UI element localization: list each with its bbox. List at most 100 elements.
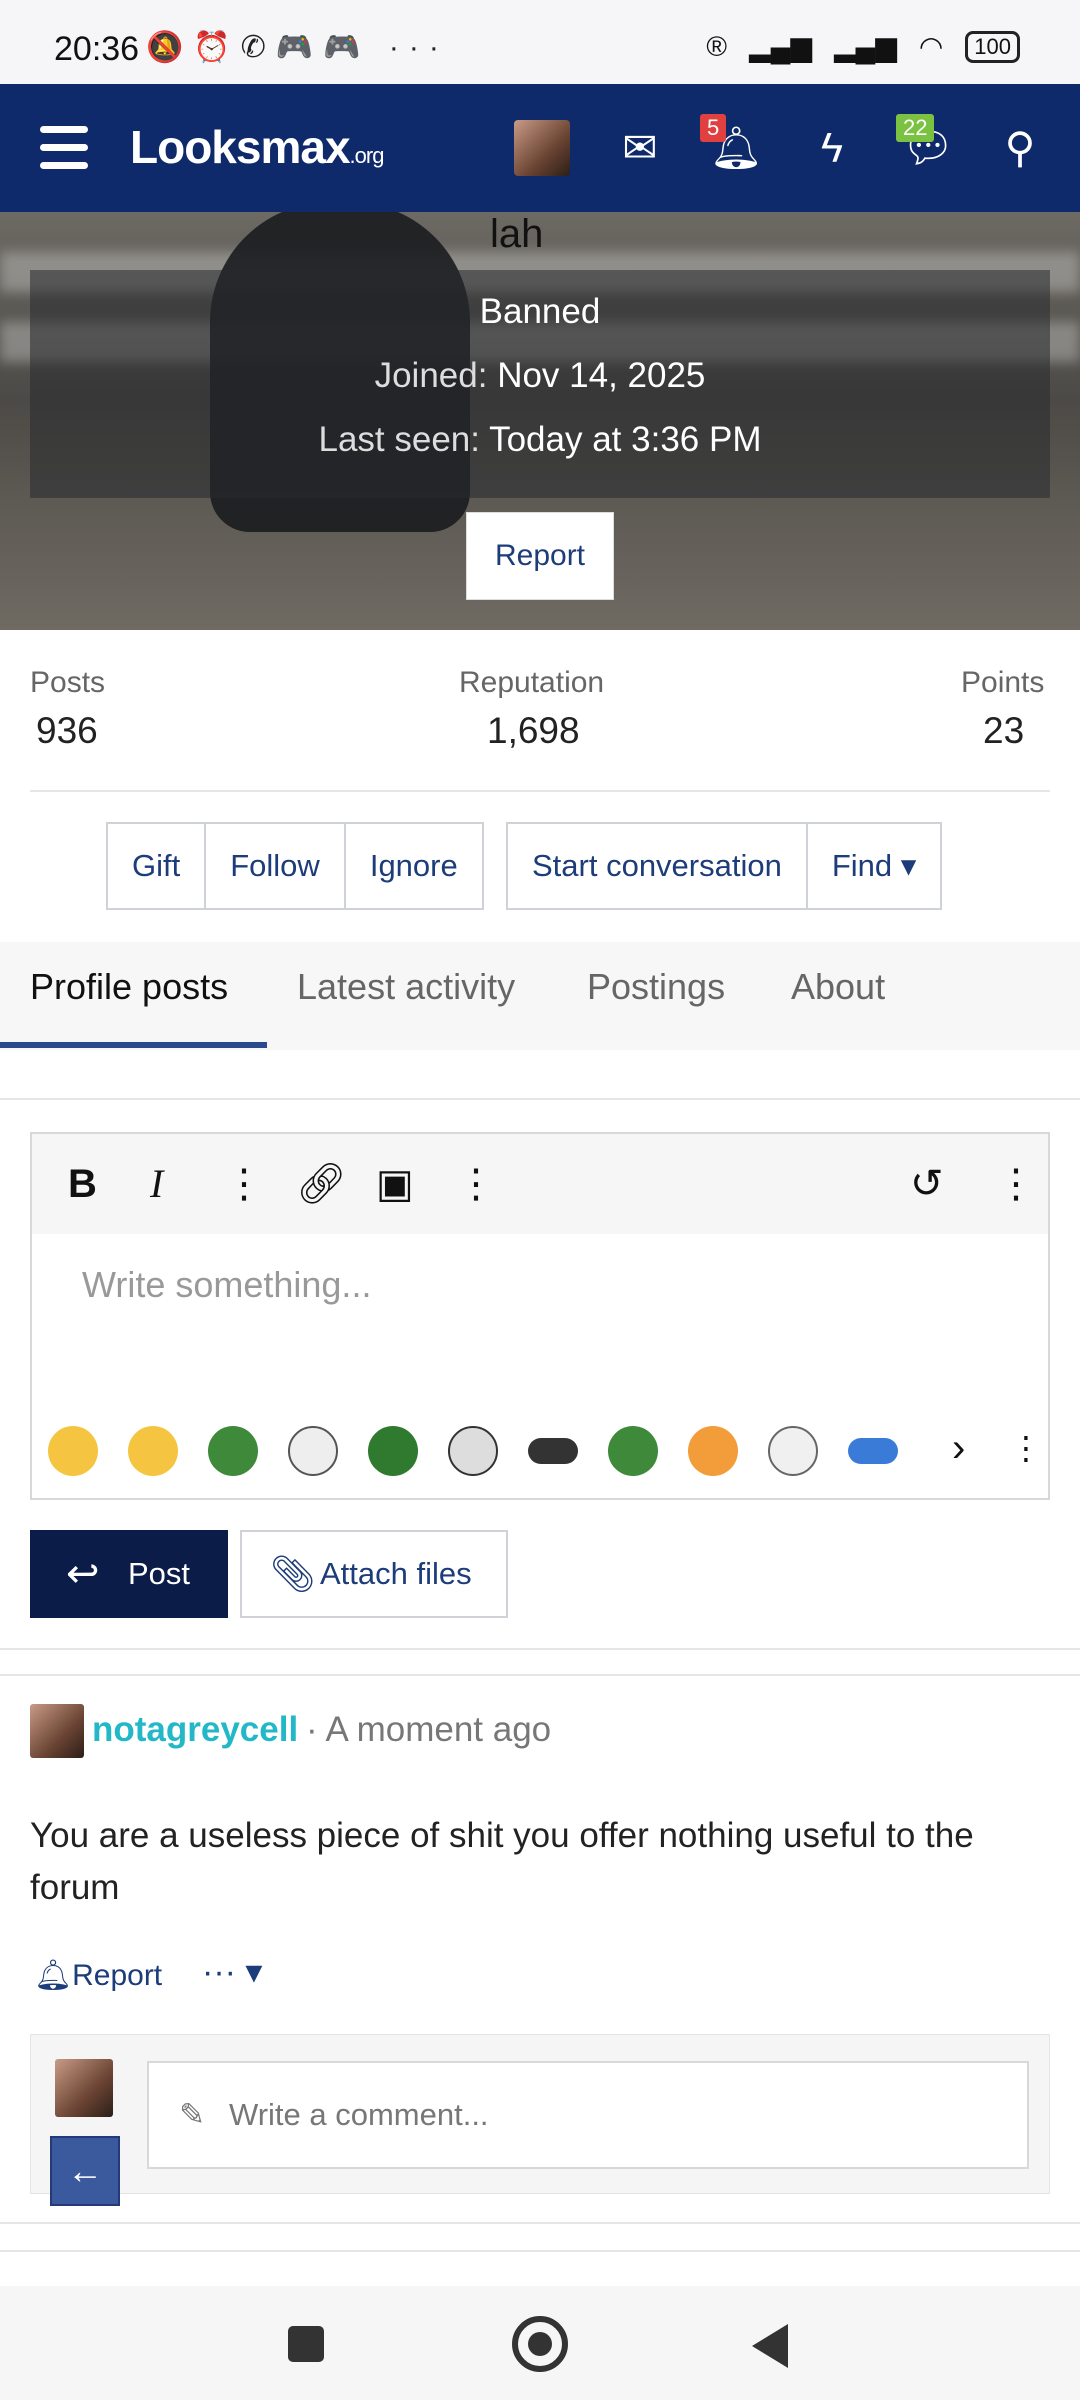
divider xyxy=(0,2250,1080,2252)
home-icon[interactable] xyxy=(512,2316,568,2372)
grimace-emoji[interactable] xyxy=(688,1426,738,1476)
attach-files-button[interactable]: 📎︎ Attach files xyxy=(240,1530,508,1618)
menu-icon[interactable] xyxy=(40,126,88,170)
user-avatar[interactable] xyxy=(514,120,570,176)
wifi-icon: ◠ xyxy=(918,31,944,62)
registered-icon: ® xyxy=(706,30,728,62)
profile-banner: lah Banned Joined: Nov 14, 2025 Last see… xyxy=(0,212,1080,630)
profile-info-box: Banned Joined: Nov 14, 2025 Last seen: T… xyxy=(30,270,1050,498)
report-post-link[interactable]: 🔔︎Report xyxy=(34,1958,162,1993)
tab-profile-posts[interactable]: Profile posts xyxy=(30,966,228,1008)
poster-username[interactable]: notagreycell xyxy=(92,1710,298,1750)
logo-text: Looksmax xyxy=(130,121,351,173)
search-icon[interactable]: ⚲ xyxy=(992,124,1048,172)
site-logo[interactable]: Looksmax.org xyxy=(130,120,385,174)
back-icon[interactable] xyxy=(752,2324,788,2368)
stat-points-value[interactable]: 23 xyxy=(983,710,1024,752)
comment-placeholder: Write a comment... xyxy=(229,2097,489,2132)
report-profile-button[interactable]: Report xyxy=(466,512,614,600)
status-notification-icons: 🔕⏰✆🎮🎮 ··· xyxy=(146,31,449,64)
stat-reputation-label: Reputation xyxy=(459,666,605,699)
whats-new-icon[interactable]: ϟ xyxy=(804,124,860,172)
post-editor: B I ⋮ 🔗︎ ▣ ⋮ ↺ ⋮ Write something... › ⋮ xyxy=(30,1132,1050,1500)
battery-icon: 100 xyxy=(965,30,1020,63)
conversations-badge: 22 xyxy=(896,114,935,142)
logo-suffix: .org xyxy=(349,143,385,168)
status-time: 20:36 xyxy=(54,30,140,68)
comment-input[interactable]: ✎ Write a comment... xyxy=(147,2061,1029,2169)
post-more-menu[interactable]: ··· ▾ xyxy=(202,1952,262,1992)
top-navbar: Looksmax.org ✉ 🔔︎ 5 ϟ 💬︎ 22 ⚲ xyxy=(0,84,1080,212)
back-arrow-button[interactable]: ← xyxy=(50,2136,120,2206)
start-conversation-button[interactable]: Start conversation xyxy=(508,824,808,908)
alerts-badge: 5 xyxy=(700,114,727,142)
status-right: ® ▂▄▆ ▂▄▆ ◠ 100 xyxy=(706,30,1020,63)
post-button[interactable]: ↩ Post xyxy=(30,1530,228,1618)
post-input[interactable]: Write something... xyxy=(82,1264,371,1306)
report-post-label: Report xyxy=(72,1959,163,1992)
more-options-icon-3[interactable]: ⋮ xyxy=(996,1160,1036,1208)
divider xyxy=(0,1648,1080,1650)
commenter-avatar xyxy=(55,2059,113,2117)
post-body: You are a useless piece of shit you offe… xyxy=(30,1816,974,1907)
find-dropdown[interactable]: Find ▾ xyxy=(808,824,940,908)
more-options-icon-2[interactable]: ⋮ xyxy=(456,1160,496,1208)
black-pill-emoji[interactable] xyxy=(528,1438,578,1464)
comment-area: ✎ Write a comment... xyxy=(30,2034,1050,2194)
image-icon[interactable]: ▣ xyxy=(376,1160,414,1208)
more-options-icon[interactable]: ⋮ xyxy=(224,1160,264,1208)
pepe-emoji[interactable] xyxy=(208,1426,258,1476)
tab-about[interactable]: About xyxy=(791,966,885,1008)
paperclip-icon: 📎︎ xyxy=(270,1553,316,1594)
wojak-emoji[interactable] xyxy=(288,1426,338,1476)
poster-avatar[interactable] xyxy=(30,1704,84,1758)
more-options-icon-4[interactable]: ⋮ xyxy=(1010,1424,1042,1472)
stat-points-label: Points xyxy=(961,666,1045,699)
crying-laughing-emoji[interactable] xyxy=(48,1426,98,1476)
status-bar: 20:36 🔕⏰✆🎮🎮 ··· ® ▂▄▆ ▂▄▆ ◠ 100 xyxy=(0,0,1080,84)
tab-postings[interactable]: Postings xyxy=(587,966,725,1008)
pepe-2-emoji[interactable] xyxy=(608,1426,658,1476)
editor-toolbar: B I ⋮ 🔗︎ ▣ ⋮ ↺ ⋮ xyxy=(32,1134,1048,1234)
chevron-right-icon[interactable]: › xyxy=(952,1424,965,1472)
signal-icon: ▂▄▆ xyxy=(749,31,812,62)
divider xyxy=(0,1098,1080,1100)
undo-icon[interactable]: ↺ xyxy=(910,1160,944,1208)
profile-name: lah xyxy=(490,212,544,256)
active-tab-indicator xyxy=(0,1042,267,1048)
chad-emoji[interactable] xyxy=(448,1426,498,1476)
pepe-sunglasses-emoji[interactable] xyxy=(368,1426,418,1476)
inbox-icon[interactable]: ✉ xyxy=(612,124,668,172)
joined-line: Joined: Nov 14, 2025 xyxy=(374,356,706,395)
bold-icon[interactable]: B xyxy=(68,1160,97,1208)
stat-reputation-value[interactable]: 1,698 xyxy=(487,710,580,752)
bell-icon: 🔔︎ xyxy=(34,1959,73,1992)
italic-icon[interactable]: I xyxy=(150,1160,163,1208)
blue-pill-emoji[interactable] xyxy=(848,1438,898,1464)
profile-actions-group: Gift Follow Ignore xyxy=(106,822,484,910)
profile-actions-group-2: Start conversation Find ▾ xyxy=(506,822,943,910)
gift-button[interactable]: Gift xyxy=(108,824,207,908)
profile-status: Banned xyxy=(479,292,601,331)
ignore-button[interactable]: Ignore xyxy=(346,824,482,908)
starstruck-emoji[interactable] xyxy=(128,1426,178,1476)
link-icon[interactable]: 🔗︎ xyxy=(296,1160,347,1208)
divider xyxy=(0,2222,1080,2224)
divider xyxy=(30,790,1050,792)
signal-icon-2: ▂▄▆ xyxy=(833,31,897,62)
post-button-label: Post xyxy=(128,1556,191,1591)
attach-files-label: Attach files xyxy=(320,1556,472,1591)
divider xyxy=(0,1674,1080,1676)
pencil-icon: ✎ xyxy=(179,2097,205,2132)
stat-posts-label: Posts xyxy=(30,666,106,699)
profile-tabs: Profile posts Latest activity Postings A… xyxy=(0,942,1080,1050)
stat-posts-value[interactable]: 936 xyxy=(36,710,98,752)
reply-icon: ↩ xyxy=(66,1552,100,1596)
troll-emoji[interactable] xyxy=(768,1426,818,1476)
system-navigation-bar xyxy=(0,2286,1080,2400)
post-time[interactable]: · A moment ago xyxy=(306,1710,551,1750)
follow-button[interactable]: Follow xyxy=(206,824,346,908)
tab-latest-activity[interactable]: Latest activity xyxy=(297,966,515,1008)
last-seen-line: Last seen: Today at 3:36 PM xyxy=(318,420,762,459)
recents-icon[interactable] xyxy=(288,2326,324,2362)
